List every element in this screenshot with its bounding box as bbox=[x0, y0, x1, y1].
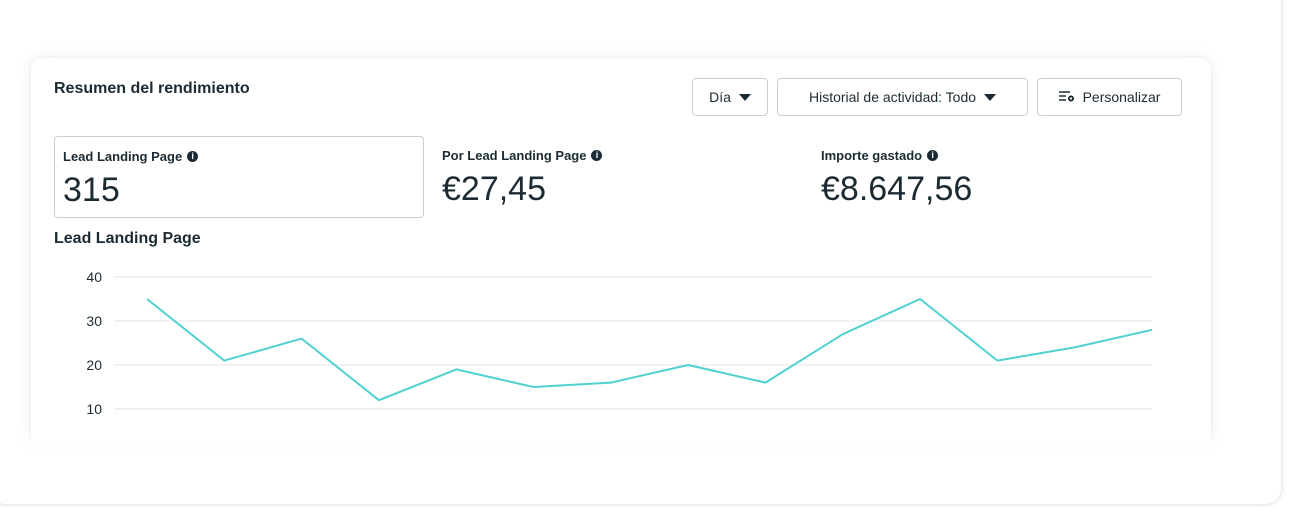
data-point[interactable] bbox=[296, 333, 308, 345]
lead-landing-page-line-chart: 10 20 30 40 bbox=[86, 269, 1158, 417]
data-point[interactable] bbox=[218, 355, 230, 367]
y-tick-label: 40 bbox=[86, 269, 102, 285]
data-point[interactable] bbox=[528, 381, 540, 393]
data-point[interactable] bbox=[914, 293, 926, 305]
data-point[interactable] bbox=[605, 377, 617, 389]
series-line bbox=[146, 298, 1153, 402]
data-point[interactable] bbox=[1146, 324, 1158, 336]
performance-summary-card: Resumen del rendimiento Día Historial de… bbox=[31, 58, 1211, 444]
data-point[interactable] bbox=[682, 359, 694, 371]
y-tick-label: 10 bbox=[86, 401, 102, 417]
data-point[interactable] bbox=[450, 363, 462, 375]
data-point[interactable] bbox=[373, 394, 385, 406]
data-point[interactable] bbox=[1069, 341, 1081, 353]
y-tick-label: 20 bbox=[86, 357, 102, 373]
data-point[interactable] bbox=[837, 328, 849, 340]
y-tick-label: 30 bbox=[86, 313, 102, 329]
data-point[interactable] bbox=[141, 293, 153, 305]
data-point[interactable] bbox=[759, 377, 771, 389]
data-point[interactable] bbox=[991, 355, 1003, 367]
